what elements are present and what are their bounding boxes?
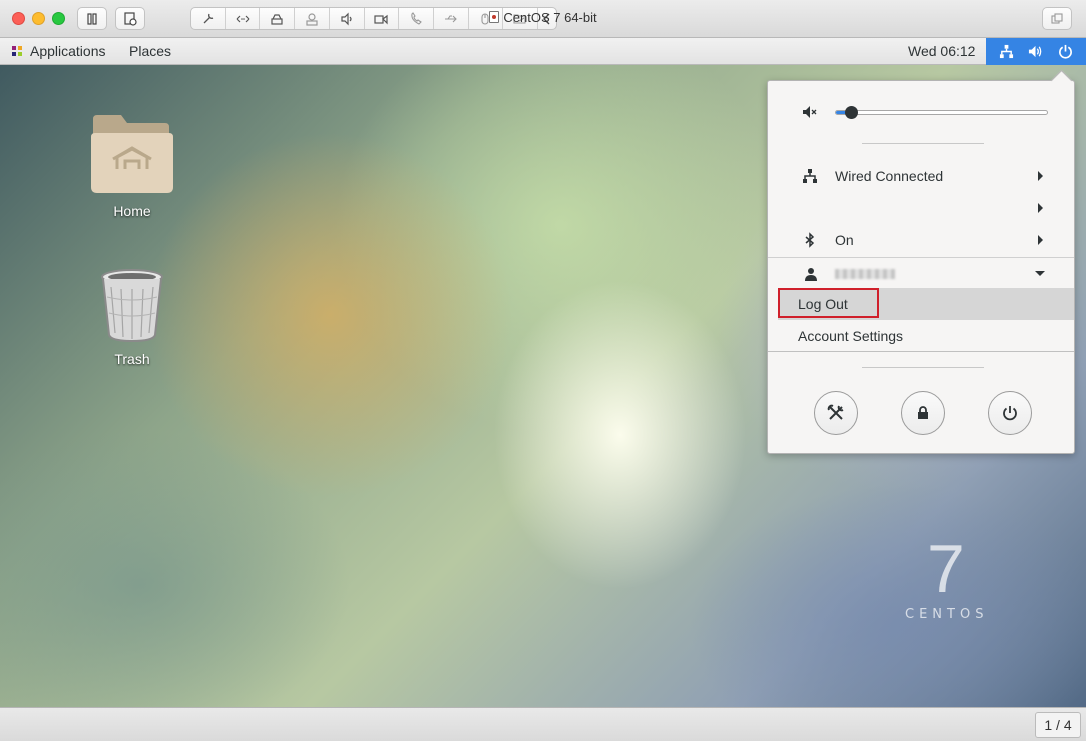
chevron-right-icon bbox=[1038, 235, 1043, 245]
account-settings-label: Account Settings bbox=[798, 328, 904, 344]
menu-separator bbox=[862, 143, 984, 144]
bluetooth-icon bbox=[805, 232, 815, 248]
gnome-top-bar: Applications Places Wed 06:12 bbox=[0, 38, 1086, 65]
centos-branding: 7 CENTOS bbox=[905, 535, 988, 622]
vm-window-titlebar: CentOS 7 64-bit bbox=[0, 0, 1086, 38]
wired-network-icon bbox=[1000, 44, 1014, 59]
account-settings-menu-item[interactable]: Account Settings bbox=[778, 320, 1074, 352]
power-icon bbox=[1003, 406, 1017, 421]
menu-separator bbox=[862, 367, 984, 368]
trash-can-icon bbox=[101, 269, 163, 343]
user-icon bbox=[805, 267, 817, 281]
home-icon-label: Home bbox=[113, 203, 151, 219]
system-status-area[interactable] bbox=[986, 38, 1086, 65]
log-out-highlight-box bbox=[778, 288, 879, 318]
volume-slider[interactable] bbox=[835, 106, 1048, 119]
home-desktop-icon[interactable]: Home bbox=[77, 111, 187, 219]
home-folder-icon bbox=[91, 115, 173, 193]
fullscreen-toggle-button[interactable] bbox=[1042, 7, 1072, 30]
user-submenu: Log Out Account Settings bbox=[768, 288, 1074, 351]
power-off-button[interactable] bbox=[988, 391, 1032, 435]
volume-row bbox=[768, 101, 1074, 123]
gnome-foot-icon bbox=[12, 46, 22, 56]
settings-button[interactable] bbox=[814, 391, 858, 435]
trash-desktop-icon[interactable]: Trash bbox=[77, 267, 187, 367]
power-icon bbox=[1058, 44, 1072, 59]
wired-network-icon bbox=[803, 169, 817, 183]
redacted-username bbox=[835, 268, 895, 279]
user-row[interactable] bbox=[768, 257, 1074, 289]
chevron-right-icon bbox=[1038, 171, 1043, 181]
tools-icon bbox=[827, 404, 844, 420]
vm-document-icon bbox=[489, 11, 500, 23]
window-title: CentOS 7 64-bit bbox=[0, 10, 1086, 25]
applications-menu[interactable]: Applications bbox=[10, 43, 106, 59]
wired-network-row[interactable]: Wired Connected bbox=[768, 160, 1074, 192]
lock-icon bbox=[918, 406, 928, 419]
chevron-right-icon bbox=[1038, 203, 1043, 213]
bluetooth-label: On bbox=[835, 232, 854, 248]
speaker-muted-icon bbox=[803, 106, 817, 118]
bluetooth-row[interactable]: On bbox=[768, 224, 1074, 256]
centos-wordmark: CENTOS bbox=[905, 607, 989, 622]
clock[interactable]: Wed 06:12 bbox=[908, 43, 975, 59]
places-menu[interactable]: Places bbox=[129, 43, 171, 59]
submenu-bottom-border bbox=[768, 351, 1074, 352]
row-spacer bbox=[802, 200, 818, 216]
vm-status-bar: 1 / 4 bbox=[0, 707, 1086, 741]
wired-network-label: Wired Connected bbox=[835, 168, 944, 184]
centos-version-numeral: 7 bbox=[927, 531, 965, 607]
lock-screen-button[interactable] bbox=[901, 391, 945, 435]
trash-icon-label: Trash bbox=[114, 351, 150, 367]
volume-icon bbox=[1029, 45, 1042, 58]
window-copy-icon bbox=[1051, 12, 1063, 24]
chevron-down-icon bbox=[1035, 271, 1045, 276]
volume-slider-handle[interactable] bbox=[844, 106, 858, 119]
system-menu-popup: Wired Connected On Log Out Account Setti… bbox=[767, 80, 1075, 454]
empty-submenu-row[interactable] bbox=[768, 192, 1074, 224]
display-page-counter[interactable]: 1 / 4 bbox=[1035, 712, 1081, 738]
